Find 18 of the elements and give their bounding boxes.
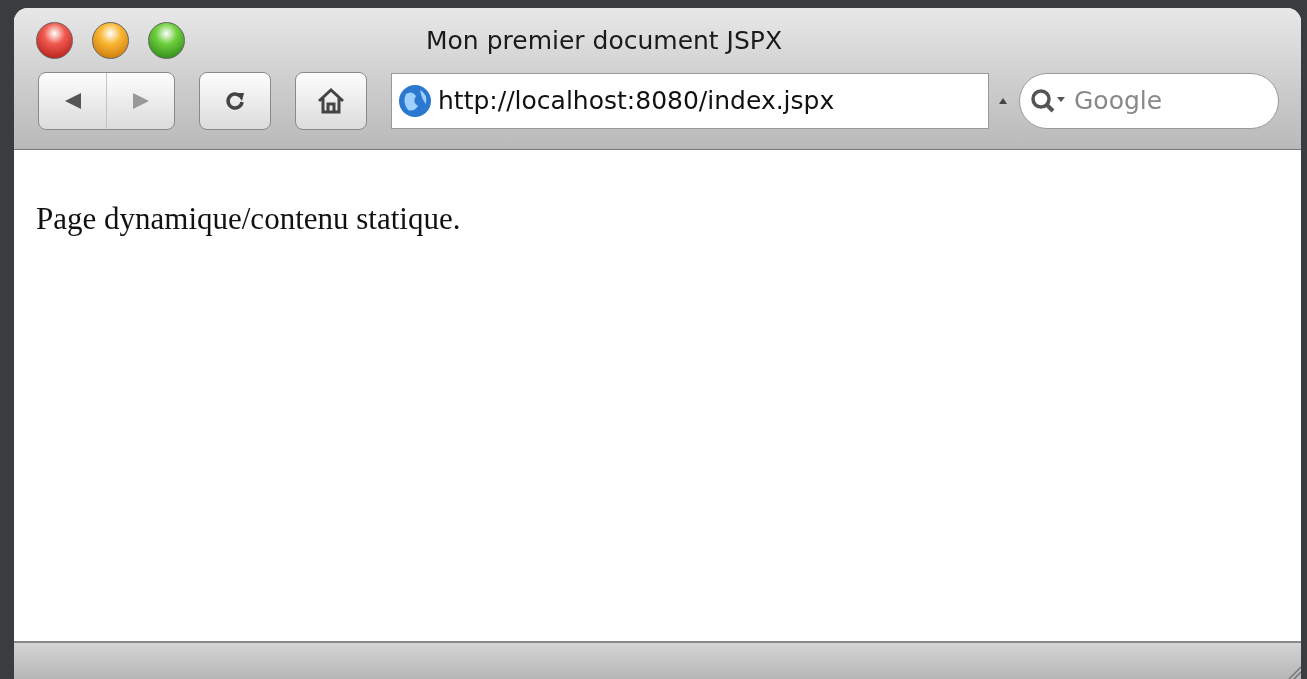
search-input[interactable]: Google (1074, 82, 1224, 120)
zoom-button[interactable] (148, 21, 185, 59)
search-icon (1030, 88, 1068, 114)
forward-arrow-icon[interactable] (130, 91, 151, 111)
reload-button[interactable] (199, 72, 271, 130)
search-field[interactable]: Google (1019, 73, 1279, 129)
back-forward-buttons[interactable] (38, 72, 175, 130)
home-button[interactable] (295, 72, 367, 130)
page-paragraph: Page dynamique/contenu statique. (36, 200, 462, 238)
globe-icon (398, 84, 432, 118)
minimize-button[interactable] (92, 21, 129, 59)
caret-icon[interactable] (999, 98, 1007, 104)
close-button[interactable] (36, 21, 73, 59)
window-title: Mon premier document JSPX (426, 25, 783, 57)
reload-icon (224, 90, 246, 112)
url-text: http://localhost:8080/index.jspx (438, 85, 835, 118)
home-icon (317, 88, 345, 114)
address-field[interactable]: http://localhost:8080/index.jspx (391, 73, 989, 129)
